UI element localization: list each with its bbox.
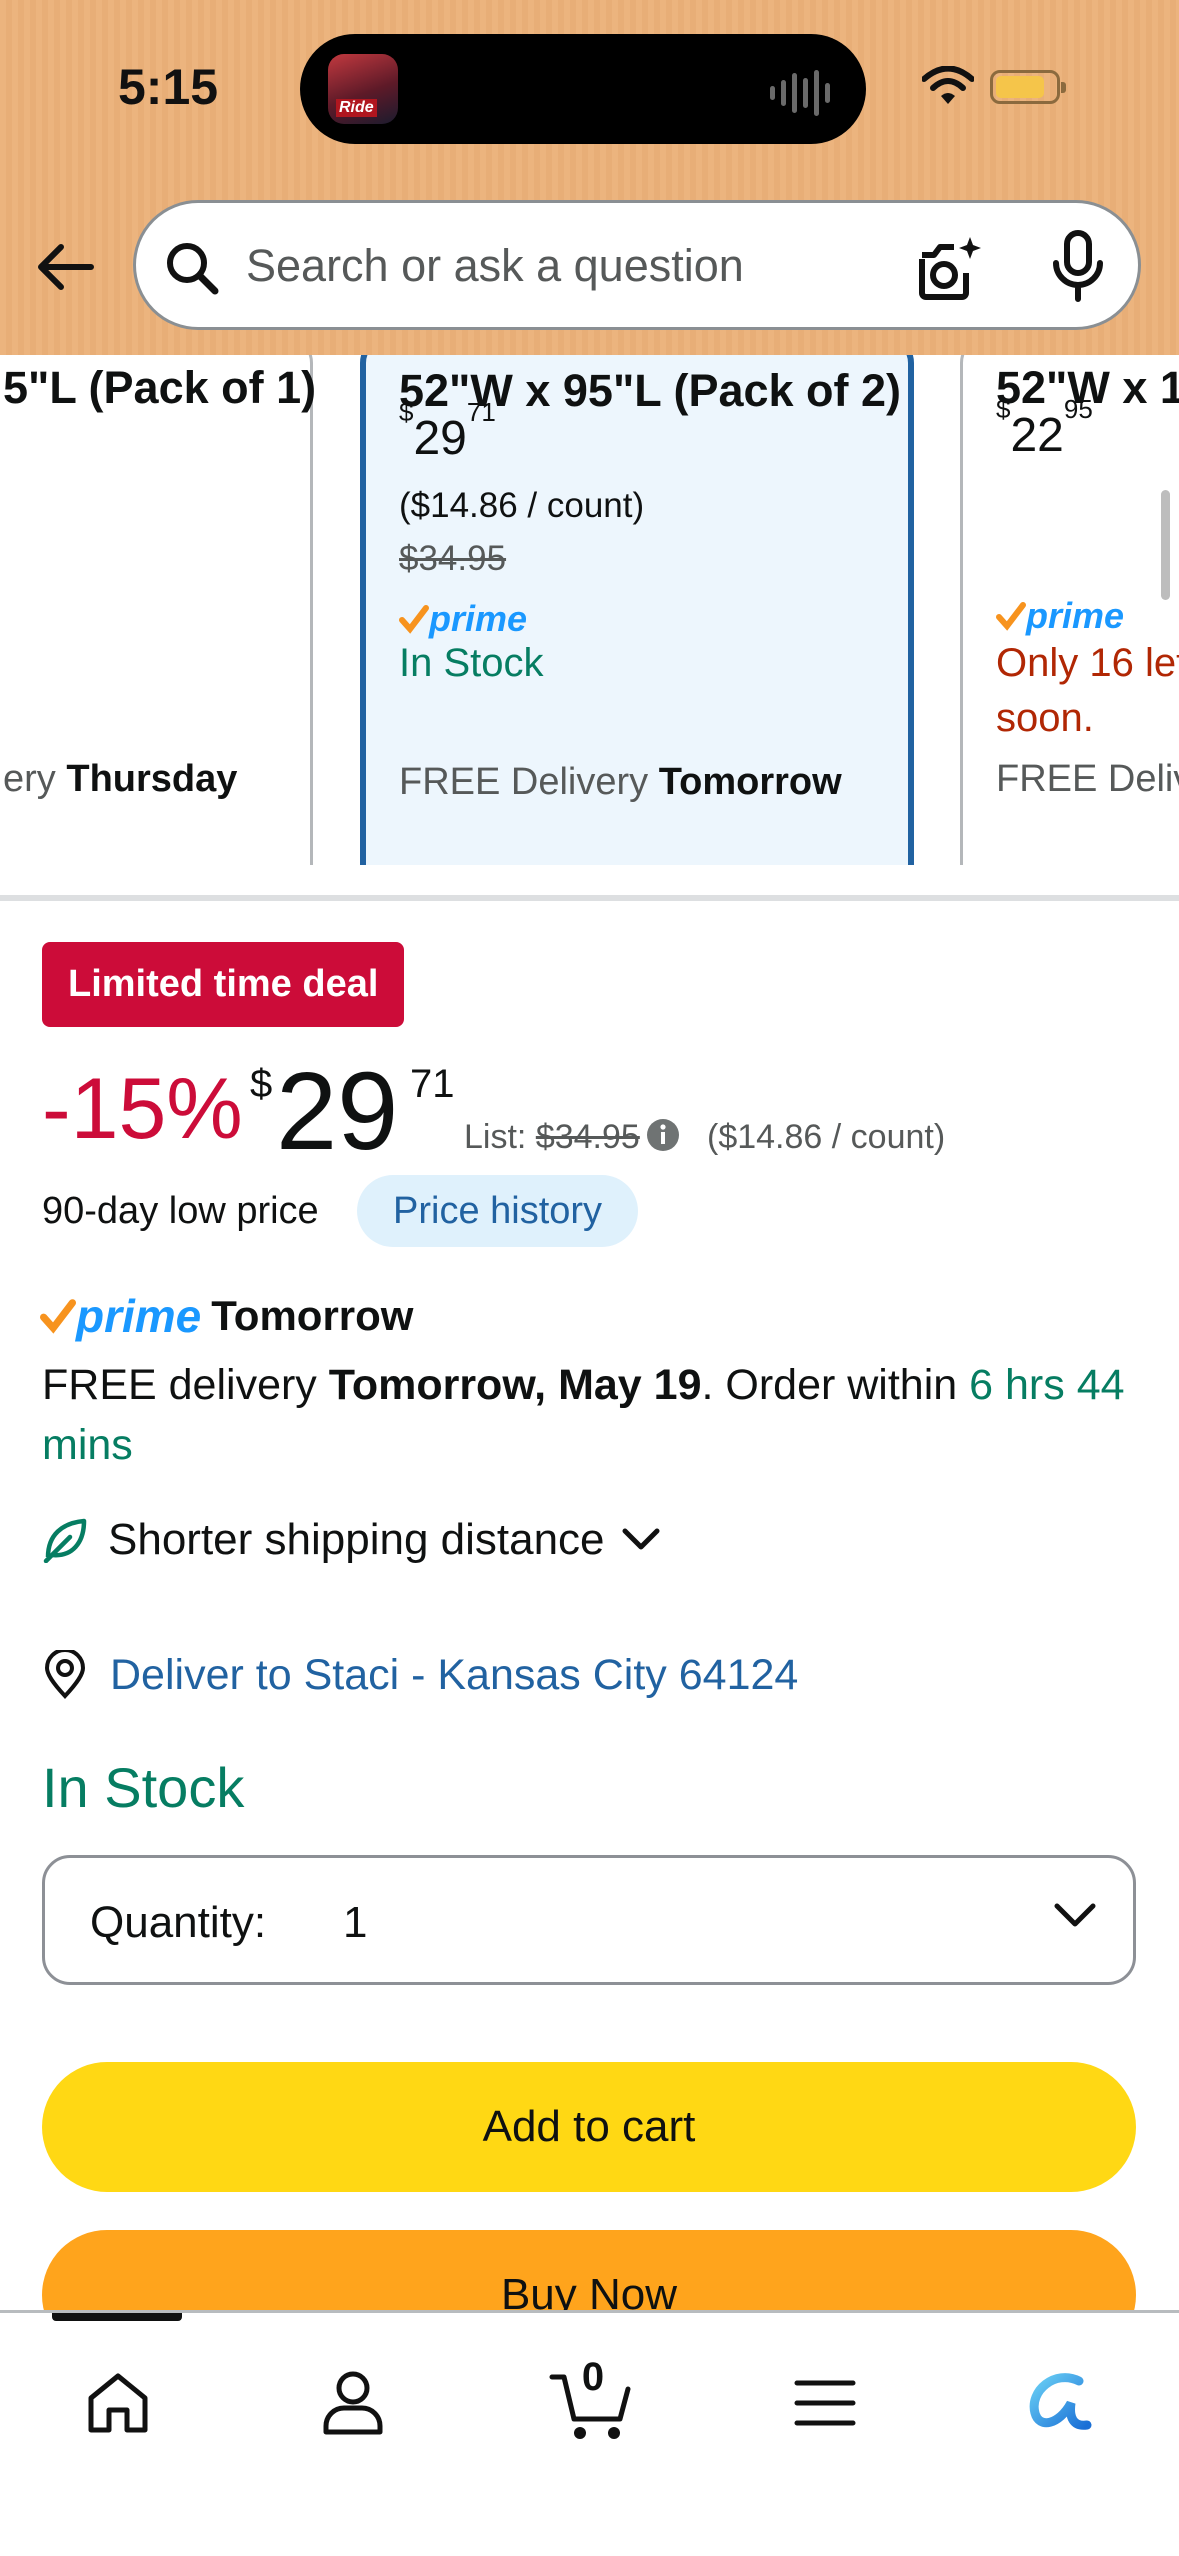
stock-status: In Stock [42, 1756, 245, 1819]
prime-speed: Tomorrow [211, 1291, 414, 1339]
rufus-icon [1029, 2373, 1092, 2430]
variant-stock: Only 16 lef soon. [996, 641, 1179, 740]
deliver-to-label: Deliver to Staci - Kansas City 64124 [110, 1650, 799, 1699]
nav-menu[interactable] [775, 2353, 875, 2453]
variant-delivery: FREE Delivery Tomorrow [399, 761, 842, 803]
discount-percent: -15% [42, 1061, 243, 1157]
shipping-label: Shorter shipping distance [108, 1515, 605, 1564]
prime-badge: prime [399, 596, 527, 641]
cart-count: 0 [581, 2355, 605, 2399]
variant-stock: In Stock [399, 641, 544, 685]
variant-card-52w[interactable]: 52"W x 10 $2295 prime Only 16 lefsoon. F… [960, 355, 1179, 865]
dynamic-island[interactable]: Ride [300, 34, 866, 144]
add-to-cart-button[interactable]: Add to cart [42, 2062, 1136, 2192]
low-price-label: 90-day low price [42, 1190, 319, 1232]
list-price: List: $34.95 [464, 1118, 686, 1157]
status-time: 5:15 [118, 59, 219, 115]
deliver-to-link[interactable]: Deliver to Staci - Kansas City 64124 [42, 1645, 798, 1705]
battery-icon [990, 70, 1066, 104]
prime-check-icon [399, 604, 429, 634]
active-tab-indicator [52, 2313, 182, 2321]
chevron-down-icon [1054, 1903, 1096, 1927]
section-divider [0, 895, 1179, 901]
prime-label: prime [1026, 594, 1125, 636]
scroll-indicator [1161, 490, 1170, 600]
audio-wave-icon [770, 70, 830, 116]
app-badge-text: Ride [336, 99, 377, 117]
nav-home[interactable] [68, 2353, 168, 2453]
price-history-button[interactable]: Price history [357, 1175, 639, 1247]
variant-card-pack-of-1[interactable]: 5"L (Pack of 1) ery Thursday [0, 355, 317, 865]
location-pin-icon [44, 1650, 86, 1699]
limited-deal-badge: Limited time deal [42, 942, 405, 1027]
nav-rufus[interactable] [1010, 2353, 1110, 2453]
variant-delivery: FREE Deliv [996, 758, 1179, 800]
home-icon [88, 2373, 148, 2433]
bottom-nav: 0 [0, 2310, 1179, 2556]
header: 5:15 Ride [0, 0, 1179, 355]
quantity-label: Quantity: [90, 1898, 267, 1947]
nav-account[interactable] [303, 2353, 403, 2453]
prime-delivery-badge: prime Tomorrow [40, 1288, 413, 1343]
delivery-message: FREE delivery Tomorrow, May 19. Order wi… [42, 1361, 1125, 1469]
prime-label: prime [429, 597, 528, 639]
camera-search-icon[interactable] [914, 233, 984, 303]
variant-unit-price: ($14.86 / count) [399, 486, 645, 525]
shorter-shipping-toggle[interactable]: Shorter shipping distance [42, 1510, 661, 1570]
variant-delivery: ery Thursday [3, 758, 238, 800]
nav-cart[interactable]: 0 [540, 2353, 640, 2453]
prime-badge: prime [996, 593, 1124, 638]
back-button[interactable] [30, 232, 100, 302]
leaf-icon [43, 1518, 87, 1563]
prime-check-icon [40, 1298, 76, 1334]
quantity-select[interactable]: Quantity: 1 [42, 1855, 1136, 1985]
prime-check-icon [996, 601, 1026, 631]
search-icon [167, 243, 219, 295]
quantity-value: 1 [343, 1898, 368, 1947]
microphone-icon[interactable] [1048, 229, 1108, 303]
prime-label: prime [76, 1289, 202, 1342]
variant-list-price: $34.95 [399, 539, 507, 578]
info-icon[interactable] [646, 1118, 680, 1152]
variant-price: $2295 [996, 394, 1093, 462]
chevron-down-icon [622, 1528, 660, 1550]
unit-price: ($14.86 / count) [707, 1118, 946, 1156]
price-row: -15% $ 29 71 List: $34.95 ($14.86 / coun… [42, 1050, 946, 1173]
variant-price: $2971 [399, 397, 496, 465]
back-arrow-icon [38, 244, 94, 290]
variant-card-pack-of-2[interactable]: 52"W x 95"L (Pack of 2) $2971 ($14.86 / … [360, 355, 914, 865]
search-input[interactable] [246, 241, 896, 291]
variant-title: 5"L (Pack of 1) [3, 362, 317, 413]
menu-icon [794, 2380, 856, 2426]
account-icon [323, 2371, 383, 2435]
search-bar[interactable] [133, 200, 1141, 330]
wifi-icon [922, 66, 974, 104]
variant-carousel[interactable]: 5"L (Pack of 1) ery Thursday 52"W x 95"L… [0, 355, 1179, 865]
now-playing-app-icon: Ride [328, 54, 398, 124]
